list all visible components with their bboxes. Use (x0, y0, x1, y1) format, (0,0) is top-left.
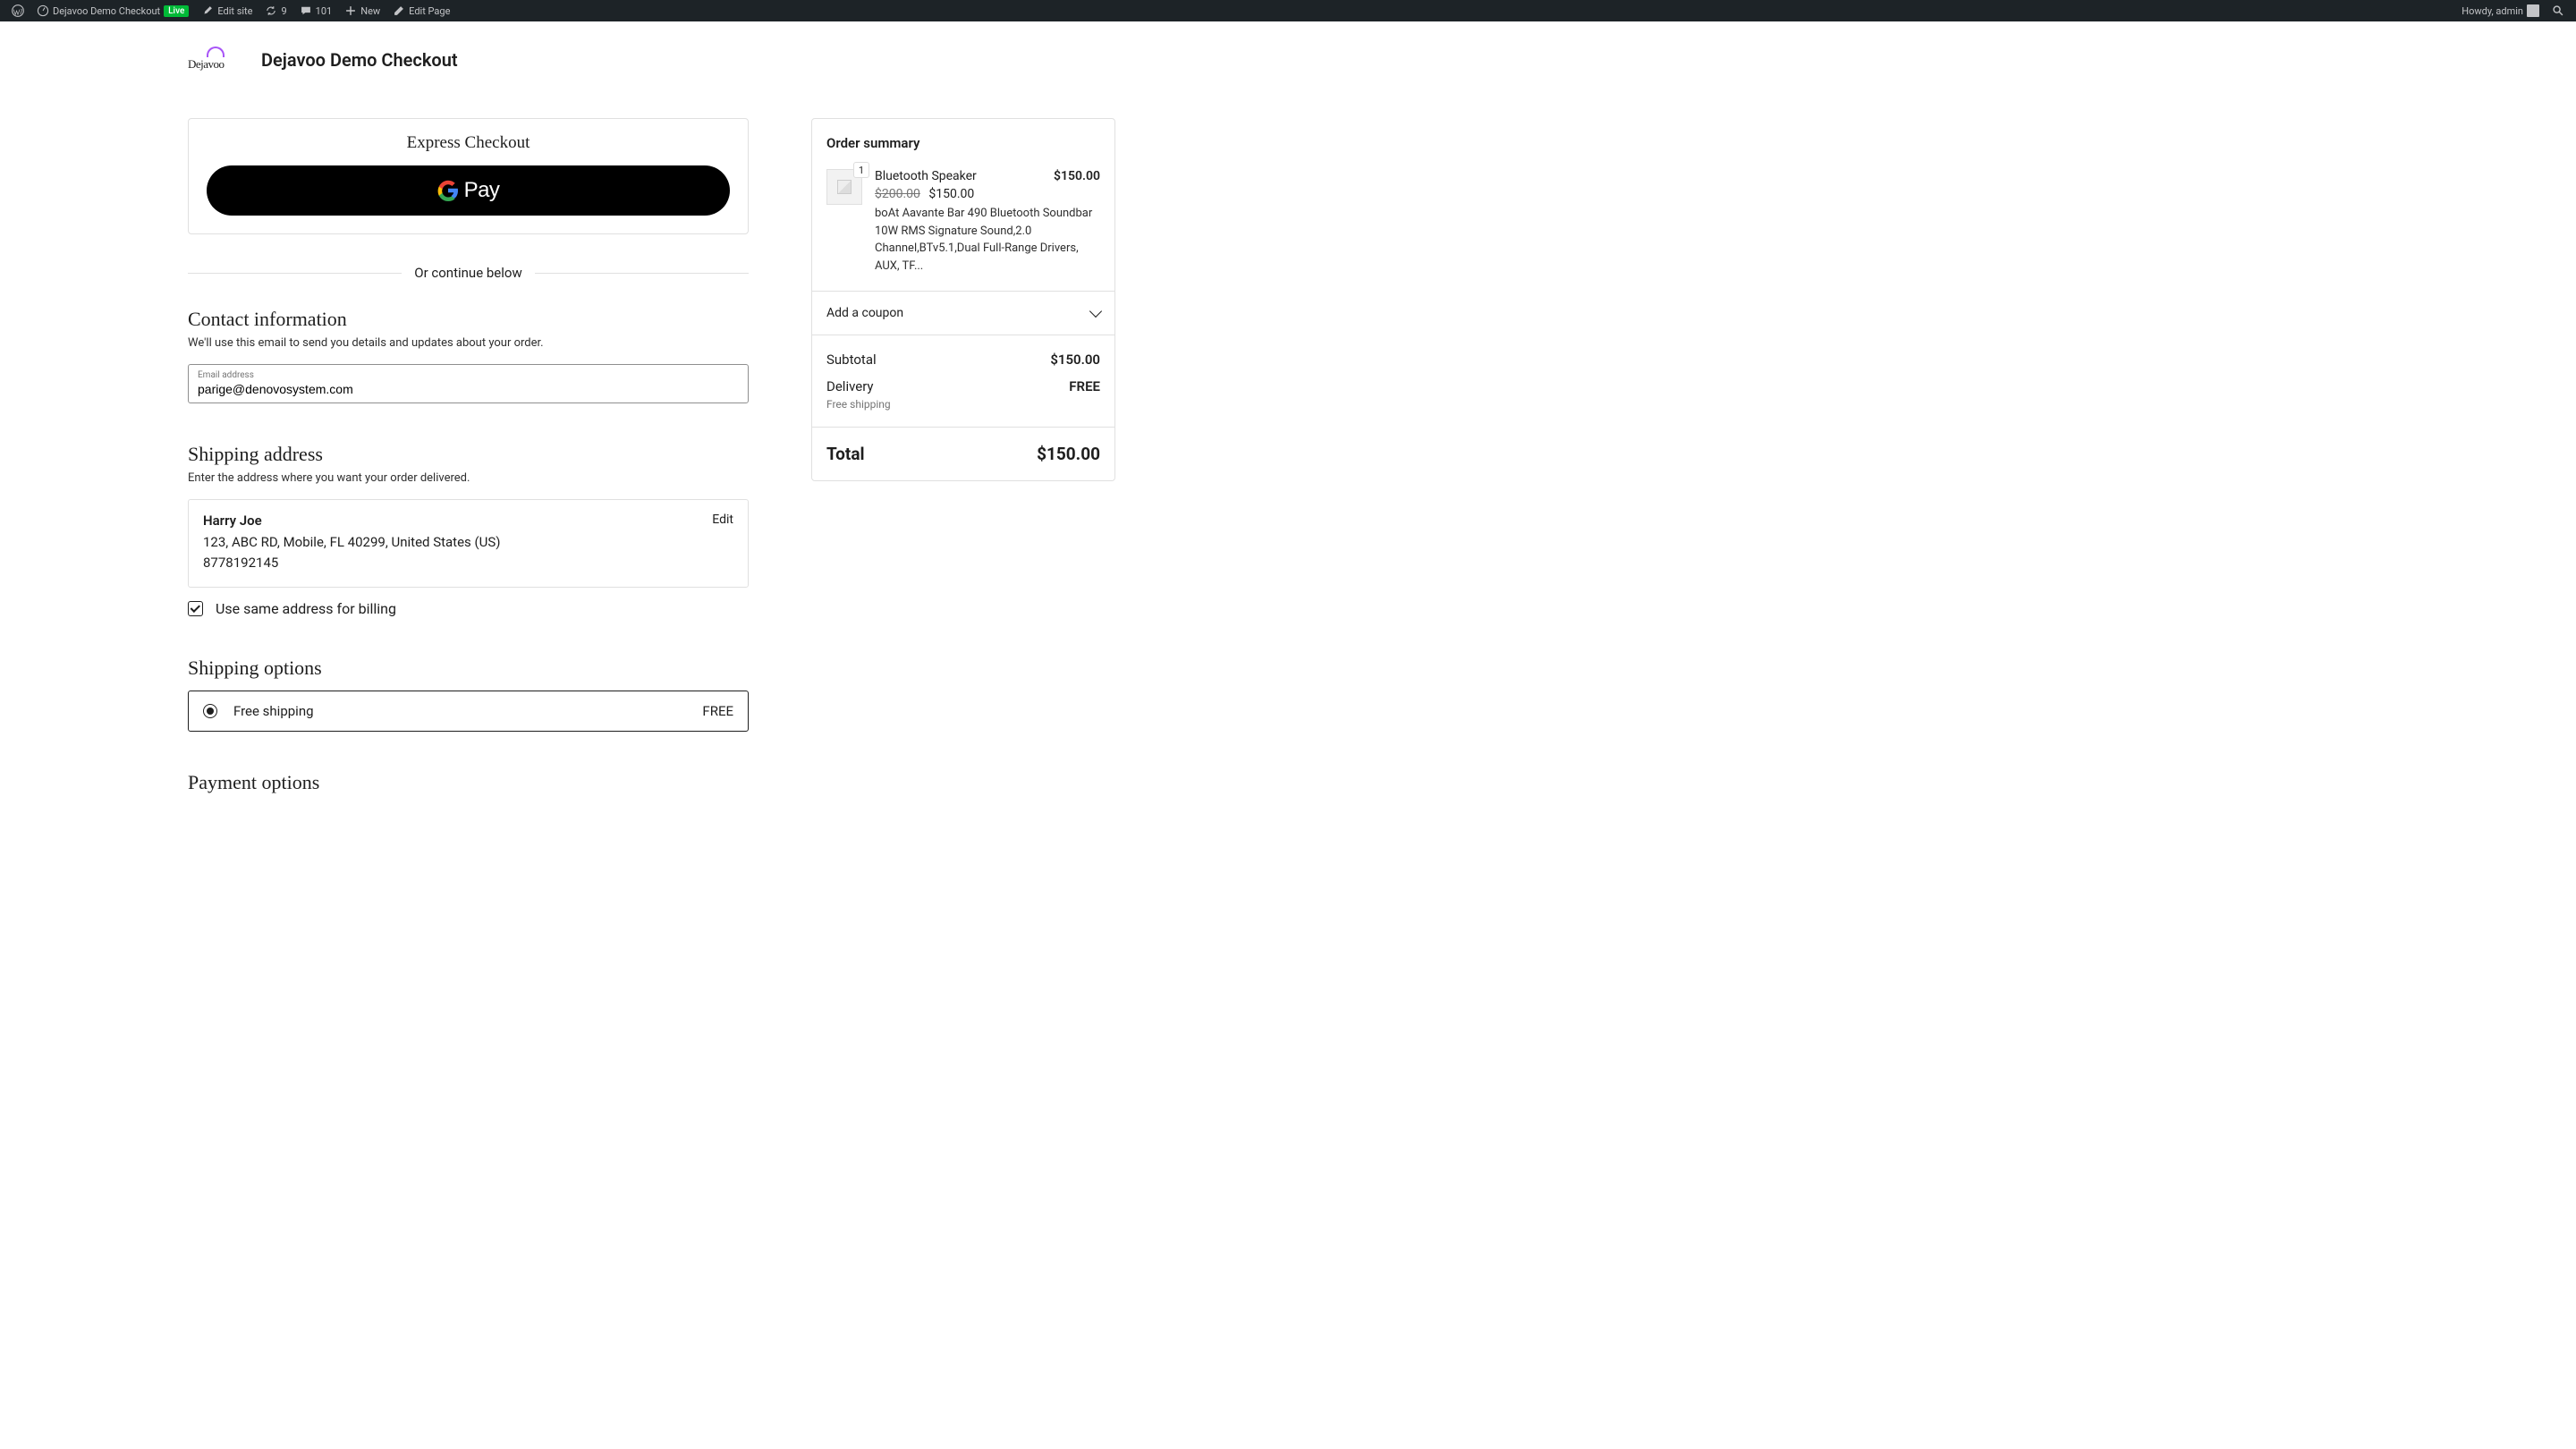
placeholder-image-icon (837, 180, 852, 194)
edit-address-link[interactable]: Edit (712, 513, 733, 527)
email-input-wrap[interactable]: Email address (188, 364, 749, 403)
delivery-label: Delivery (826, 378, 874, 394)
quantity-badge: 1 (853, 162, 869, 178)
contact-section-title: Contact information (188, 308, 749, 331)
logo-arc-icon (207, 47, 225, 57)
checkout-container: Express Checkout Pay Or continue below C… (0, 73, 2576, 835)
delivery-sublabel: Free shipping (826, 398, 1100, 411)
total-label: Total (826, 444, 865, 464)
edit-page-item[interactable]: Edit Page (386, 0, 456, 21)
updates-item[interactable]: 9 (258, 0, 292, 21)
dashboard-icon (37, 4, 49, 17)
billing-same-checkbox[interactable] (188, 601, 203, 616)
cart-item: 1 Bluetooth Speaker $150.00 $200.00 $150… (826, 169, 1100, 275)
site-logo[interactable]: Dejavoo (188, 47, 243, 73)
radio-dot-icon (207, 708, 214, 715)
shipping-option-label: Free shipping (233, 703, 686, 719)
shipping-name: Harry Joe (203, 513, 500, 529)
search-icon (2552, 4, 2564, 17)
search-item[interactable] (2546, 0, 2571, 21)
shipping-address-card: Harry Joe 123, ABC RD, Mobile, FL 40299,… (188, 499, 749, 588)
delivery-value: FREE (1069, 378, 1100, 394)
avatar (2527, 4, 2539, 17)
shipping-address-line: 123, ABC RD, Mobile, FL 40299, United St… (203, 532, 500, 553)
check-icon (190, 603, 199, 613)
howdy-label: Howdy, admin (2462, 5, 2523, 17)
page-title: Dejavoo Demo Checkout (261, 49, 458, 71)
total-value: $150.00 (1037, 444, 1100, 464)
subtotal-label: Subtotal (826, 352, 877, 368)
shipping-option-free[interactable]: Free shipping FREE (188, 691, 749, 732)
express-checkout-box: Express Checkout Pay (188, 118, 749, 234)
or-divider-text: Or continue below (402, 265, 534, 281)
logo-text: Dejavoo (188, 57, 225, 72)
product-name: Bluetooth Speaker (875, 169, 977, 183)
gpay-text: Pay (464, 178, 500, 203)
shipping-phone: 8778192145 (203, 553, 500, 573)
payment-options-title: Payment options (188, 771, 749, 794)
email-label: Email address (198, 370, 739, 380)
new-item[interactable]: New (338, 0, 386, 21)
site-header: Dejavoo Dejavoo Demo Checkout (0, 21, 2576, 73)
brush-icon (201, 4, 214, 17)
updates-count: 9 (281, 5, 286, 17)
google-g-icon (437, 180, 459, 201)
site-name-label: Dejavoo Demo Checkout (53, 5, 160, 17)
site-name-item[interactable]: Dejavoo Demo Checkout Live (30, 0, 195, 21)
subtotal-value: $150.00 (1050, 352, 1100, 368)
express-checkout-title: Express Checkout (207, 133, 730, 153)
howdy-item[interactable]: Howdy, admin (2455, 0, 2546, 21)
email-field[interactable] (198, 381, 739, 396)
product-old-price: $200.00 (875, 187, 920, 201)
comments-item[interactable]: 101 (293, 0, 339, 21)
edit-site-label: Edit site (217, 5, 252, 17)
product-new-price: $150.00 (928, 187, 974, 201)
shipping-section-desc: Enter the address where you want your or… (188, 471, 749, 485)
shipping-option-price: FREE (702, 703, 733, 719)
contact-section-desc: We'll use this email to send you details… (188, 336, 749, 350)
edit-site-item[interactable]: Edit site (195, 0, 258, 21)
plus-icon (344, 4, 357, 17)
chevron-down-icon (1089, 305, 1102, 318)
wp-logo[interactable] (5, 0, 30, 21)
radio-button[interactable] (203, 704, 217, 718)
wordpress-icon (12, 4, 24, 17)
billing-same-label: Use same address for billing (216, 600, 396, 617)
billing-same-checkbox-row[interactable]: Use same address for billing (188, 600, 749, 617)
pencil-icon (393, 4, 405, 17)
comment-icon (300, 4, 312, 17)
new-label: New (360, 5, 380, 17)
comments-count: 101 (316, 5, 333, 17)
or-divider: Or continue below (188, 265, 749, 281)
order-summary: Order summary 1 Bluetooth Speaker $150.0… (811, 118, 1115, 481)
edit-page-label: Edit Page (409, 5, 450, 17)
add-coupon-toggle[interactable]: Add a coupon (812, 292, 1114, 335)
shipping-options-title: Shipping options (188, 657, 749, 680)
shipping-section-title: Shipping address (188, 443, 749, 466)
live-badge: Live (164, 5, 189, 17)
product-total: $150.00 (1054, 169, 1100, 183)
google-pay-button[interactable]: Pay (207, 165, 730, 216)
product-description: boAt Aavante Bar 490 Bluetooth Soundbar … (875, 205, 1100, 275)
coupon-label: Add a coupon (826, 306, 903, 320)
refresh-icon (265, 4, 277, 17)
wp-admin-bar: Dejavoo Demo Checkout Live Edit site 9 1… (0, 0, 2576, 21)
order-summary-title: Order summary (826, 135, 1100, 151)
